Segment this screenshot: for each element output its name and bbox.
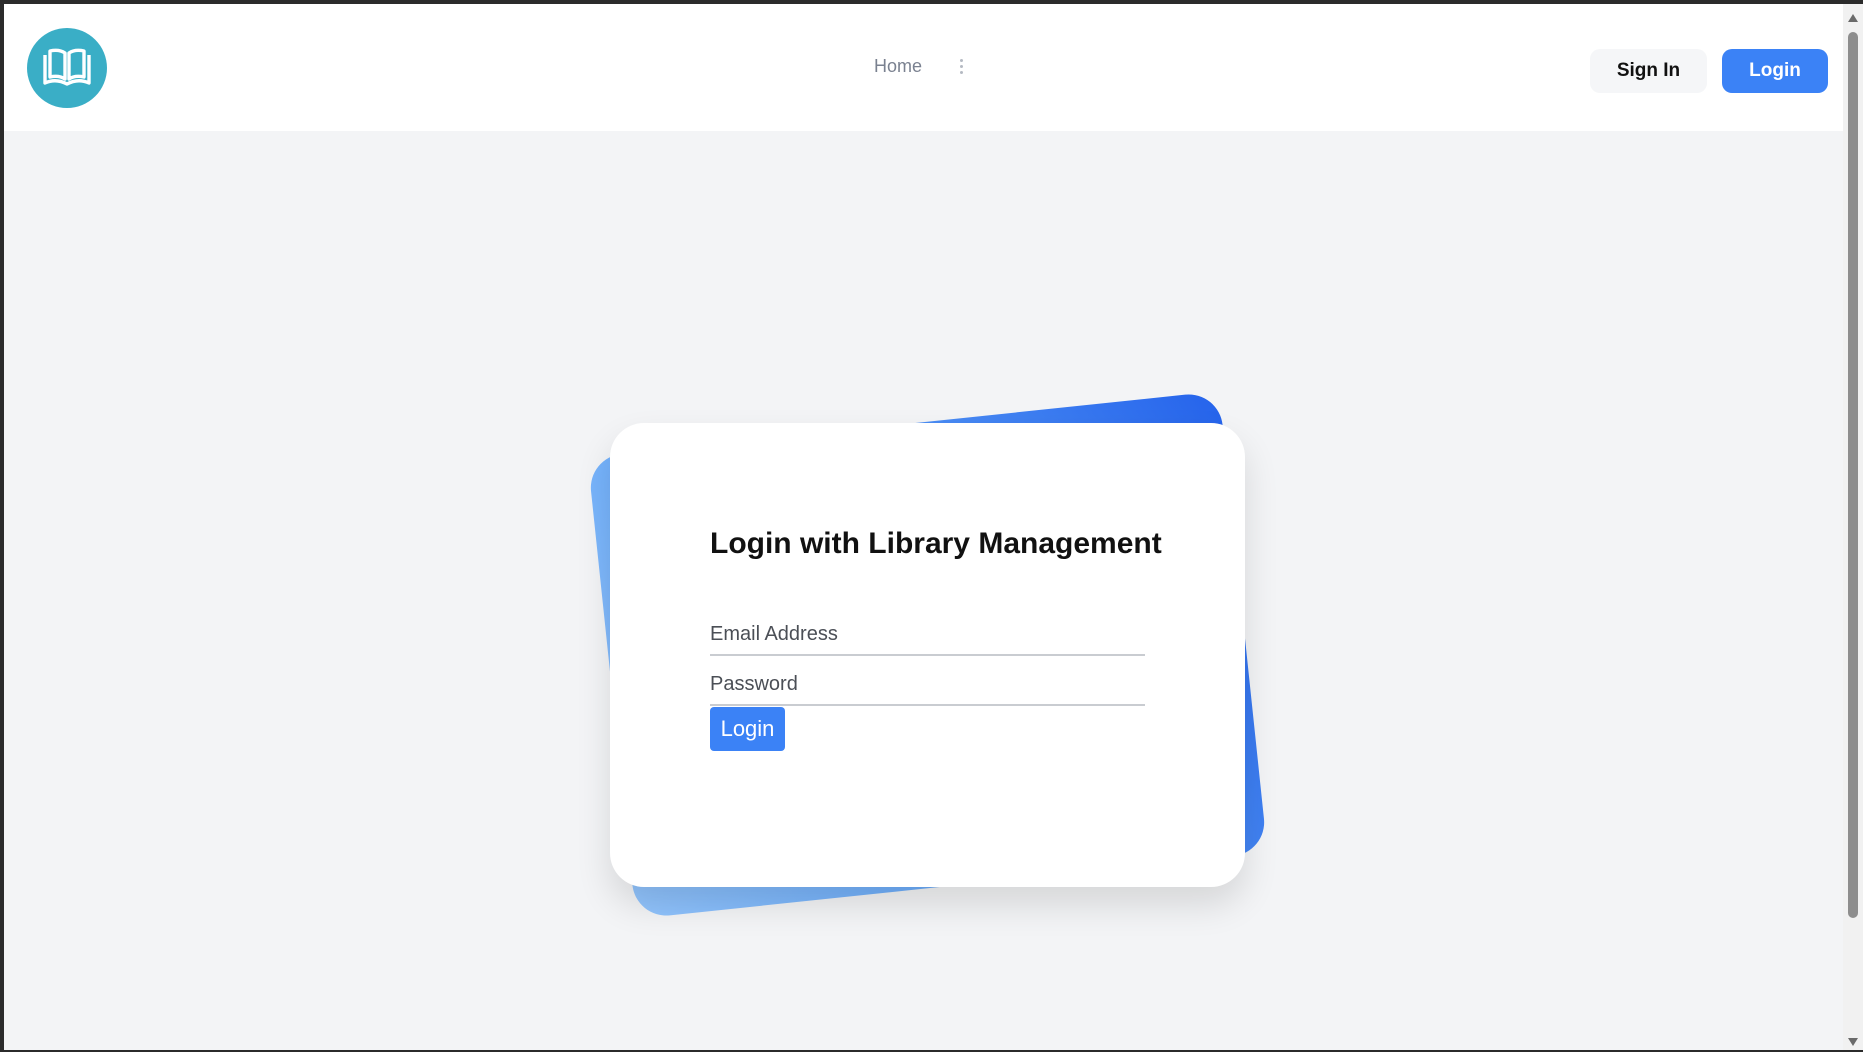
email-field[interactable] xyxy=(710,614,1145,656)
header-login-button[interactable]: Login xyxy=(1722,49,1828,93)
login-submit-button[interactable]: Login xyxy=(710,707,785,751)
open-book-icon xyxy=(43,48,91,86)
dot xyxy=(960,59,964,62)
sign-in-button[interactable]: Sign In xyxy=(1590,49,1707,93)
scroll-up-arrow-icon[interactable] xyxy=(1848,14,1858,22)
page: Home Sign In Login Login with Library Ma… xyxy=(4,4,1843,1050)
vertical-scrollbar[interactable] xyxy=(1843,4,1863,1050)
nav-home-link[interactable]: Home xyxy=(874,56,922,77)
navbar: Home Sign In Login xyxy=(4,4,1843,131)
main-nav: Home xyxy=(874,56,965,77)
login-card: Login with Library Management Login xyxy=(610,423,1245,887)
login-title: Login with Library Management xyxy=(710,527,1162,560)
vertical-dots-icon[interactable] xyxy=(958,57,965,76)
logo[interactable] xyxy=(27,28,107,108)
scroll-thumb[interactable] xyxy=(1848,32,1858,918)
dot xyxy=(960,65,964,68)
password-field[interactable] xyxy=(710,664,1145,706)
login-card-stack: Login with Library Management Login xyxy=(587,391,1268,919)
dot xyxy=(960,71,964,74)
scroll-down-arrow-icon[interactable] xyxy=(1848,1038,1858,1046)
